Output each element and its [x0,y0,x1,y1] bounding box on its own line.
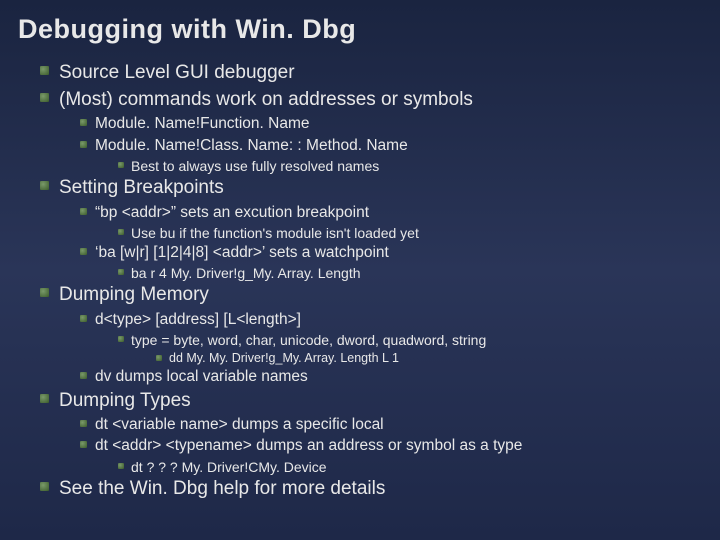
list-item: dt <variable name> dumps a specific loca… [80,415,702,435]
bullet-icon [118,463,124,469]
list-item-text: dt ? ? ? My. Driver!CMy. Device [131,458,327,476]
list-item: Best to always use fully resolved names [118,157,702,175]
list-item: dd My. My. Driver!g_My. Array. Length L … [156,350,702,366]
list-item-text: “bp <addr>” sets an excution breakpoint [95,203,369,223]
bullet-icon [40,93,49,102]
bullet-icon [118,336,124,342]
list-item-text: Dumping Memory [59,283,209,308]
list-item: ba r 4 My. Driver!g_My. Array. Length [118,264,702,282]
bullet-icon [40,482,49,491]
list-item: See the Win. Dbg help for more details [40,477,702,502]
list-item-text: type = byte, word, char, unicode, dword,… [131,331,486,349]
bullet-icon [118,162,124,168]
list-item-text: Setting Breakpoints [59,176,224,201]
list-item: dt <addr> <typename> dumps an address or… [80,436,702,456]
list-item: Dumping Memory [40,283,702,308]
bullet-icon [80,420,87,427]
list-item-text: Dumping Types [59,389,191,414]
bullet-icon [80,208,87,215]
list-item: Use bu if the function's module isn't lo… [118,224,702,242]
list-item-text: Module. Name!Class. Name: : Method. Name [95,136,408,156]
list-item: d<type> [address] [L<length>] [80,310,702,330]
bullet-icon [40,288,49,297]
bullet-icon [40,181,49,190]
list-item: dt ? ? ? My. Driver!CMy. Device [118,458,702,476]
bullet-icon [80,372,87,379]
bullet-icon [80,248,87,255]
bullet-icon [80,315,87,322]
list-item: ‘ba [w|r] [1|2|4|8] <addr>’ sets a watch… [80,243,702,263]
list-item: Module. Name!Class. Name: : Method. Name [80,136,702,156]
list-item-text: Source Level GUI debugger [59,61,295,86]
slide-body: Source Level GUI debugger(Most) commands… [18,61,702,501]
list-item: Setting Breakpoints [40,176,702,201]
slide-title: Debugging with Win. Dbg [18,14,702,45]
list-item: Source Level GUI debugger [40,61,702,86]
list-item: dv dumps local variable names [80,367,702,387]
bullet-icon [80,141,87,148]
bullet-icon [118,229,124,235]
list-item-text: dt <addr> <typename> dumps an address or… [95,436,522,456]
list-item-text: (Most) commands work on addresses or sym… [59,88,473,113]
list-item-text: Module. Name!Function. Name [95,114,310,134]
bullet-icon [156,355,162,361]
list-item: Module. Name!Function. Name [80,114,702,134]
list-item: Dumping Types [40,389,702,414]
bullet-icon [118,269,124,275]
bullet-icon [40,394,49,403]
list-item-text: dt <variable name> dumps a specific loca… [95,415,384,435]
list-item-text: ba r 4 My. Driver!g_My. Array. Length [131,264,361,282]
list-item-text: Best to always use fully resolved names [131,157,379,175]
list-item-text: See the Win. Dbg help for more details [59,477,385,502]
list-item: “bp <addr>” sets an excution breakpoint [80,203,702,223]
list-item: (Most) commands work on addresses or sym… [40,88,702,113]
bullet-icon [80,119,87,126]
list-item-text: dv dumps local variable names [95,367,308,387]
list-item-text: Use bu if the function's module isn't lo… [131,224,419,242]
list-item: type = byte, word, char, unicode, dword,… [118,331,702,349]
list-item-text: dd My. My. Driver!g_My. Array. Length L … [169,350,399,366]
list-item-text: d<type> [address] [L<length>] [95,310,301,330]
list-item-text: ‘ba [w|r] [1|2|4|8] <addr>’ sets a watch… [95,243,389,263]
bullet-icon [80,441,87,448]
bullet-icon [40,66,49,75]
